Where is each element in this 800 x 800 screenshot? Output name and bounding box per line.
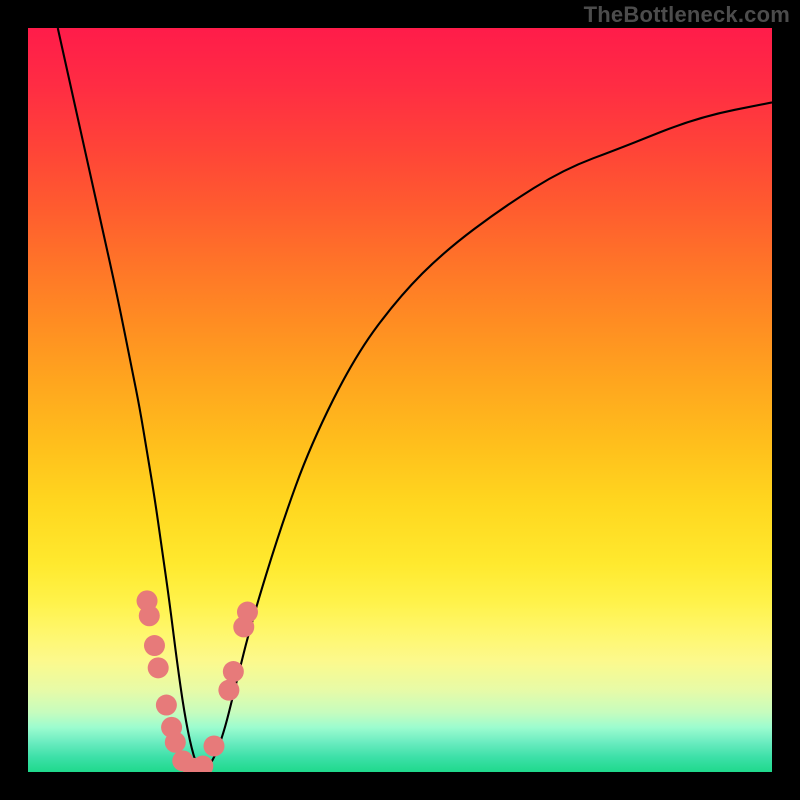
chart-plot-area [28, 28, 772, 772]
chart-marker [139, 605, 160, 626]
chart-marker [165, 732, 186, 753]
chart-marker [148, 657, 169, 678]
chart-marker [218, 680, 239, 701]
chart-marker [223, 661, 244, 682]
chart-frame: TheBottleneck.com [0, 0, 800, 800]
chart-svg [28, 28, 772, 772]
watermark-text: TheBottleneck.com [584, 2, 790, 28]
chart-marker [156, 695, 177, 716]
chart-marker [204, 735, 225, 756]
chart-marker [144, 635, 165, 656]
chart-markers [137, 590, 258, 772]
chart-marker [237, 602, 258, 623]
